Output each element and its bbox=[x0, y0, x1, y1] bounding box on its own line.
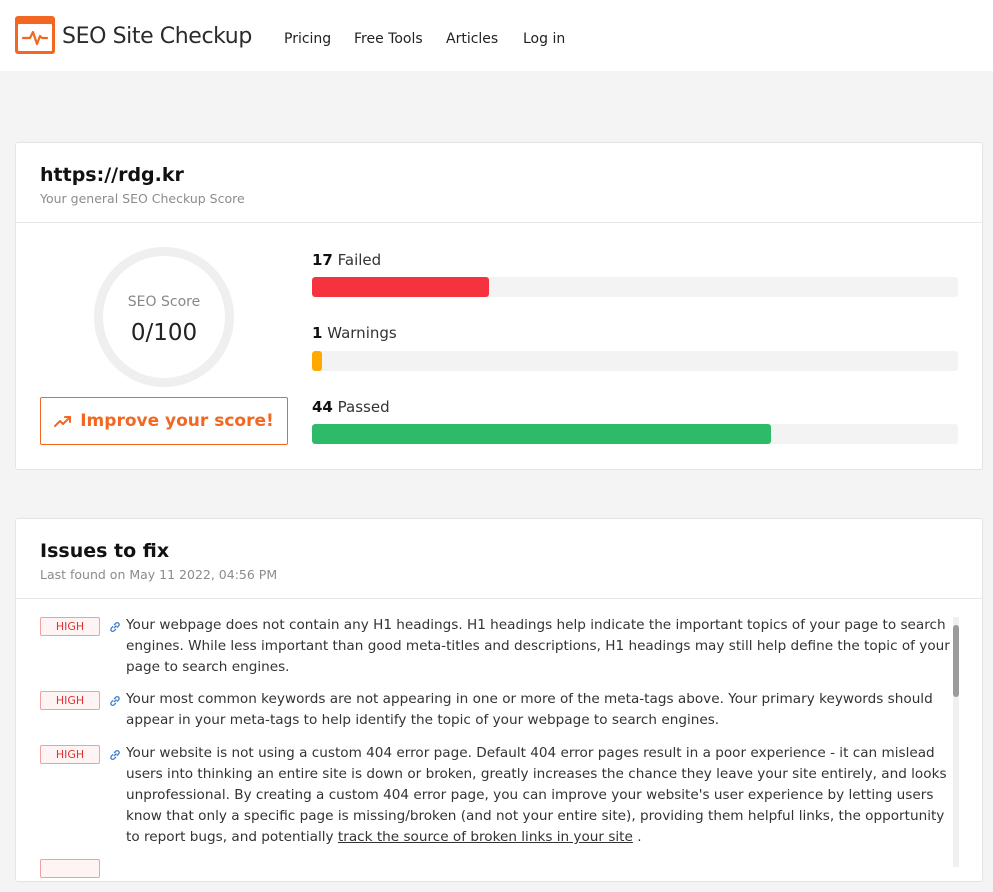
seo-score-label: SEO Score bbox=[127, 294, 201, 310]
failed-stat-label: 17 Failed bbox=[312, 251, 381, 269]
improve-score-label: Improve your score! bbox=[80, 411, 274, 431]
issue-text-after: . bbox=[632, 829, 642, 845]
issues-card-header: Issues to fix Last found on May 11 2022,… bbox=[16, 519, 982, 599]
score-subtitle: Your general SEO Checkup Score bbox=[40, 191, 245, 206]
issues-scrollbar[interactable] bbox=[953, 617, 959, 867]
nav-articles[interactable]: Articles bbox=[446, 31, 498, 47]
nav-log-in[interactable]: Log in bbox=[523, 31, 565, 47]
warnings-count: 1 bbox=[312, 324, 323, 342]
link-icon[interactable] bbox=[108, 620, 122, 634]
warnings-progress-bar bbox=[312, 351, 958, 371]
site-url: https://rdg.kr bbox=[40, 164, 184, 186]
issue-description: Your webpage does not contain any H1 hea… bbox=[126, 617, 950, 675]
issue-description: Your most common keywords are not appear… bbox=[126, 691, 933, 728]
top-navigation-bar: SEO Site Checkup Pricing Free Tools Arti… bbox=[0, 0, 993, 71]
brand-name[interactable]: SEO Site Checkup bbox=[62, 24, 252, 49]
severity-badge bbox=[40, 859, 100, 878]
logo-pulse-icon bbox=[18, 24, 52, 51]
trending-up-icon bbox=[54, 416, 72, 427]
passed-progress-bar bbox=[312, 424, 958, 444]
issues-card: Issues to fix Last found on May 11 2022,… bbox=[15, 518, 983, 882]
score-card-header: https://rdg.kr Your general SEO Checkup … bbox=[16, 143, 982, 223]
issues-list[interactable]: HIGH Your webpage does not contain any H… bbox=[16, 600, 956, 881]
issues-title: Issues to fix bbox=[40, 540, 170, 562]
passed-stat-label: 44 Passed bbox=[312, 398, 390, 416]
nav-pricing[interactable]: Pricing bbox=[284, 31, 331, 47]
failed-progress-bar bbox=[312, 277, 958, 297]
severity-badge: HIGH bbox=[40, 617, 100, 636]
warnings-progress-fill bbox=[312, 351, 323, 371]
issues-last-found: Last found on May 11 2022, 04:56 PM bbox=[40, 567, 278, 582]
passed-count: 44 bbox=[312, 398, 333, 416]
link-icon[interactable] bbox=[108, 694, 122, 708]
passed-label: Passed bbox=[337, 398, 390, 416]
failed-progress-fill bbox=[312, 277, 489, 297]
passed-progress-fill bbox=[312, 424, 771, 444]
failed-count: 17 bbox=[312, 251, 333, 269]
issue-description: Your website is not using a custom 404 e… bbox=[126, 743, 950, 848]
seo-score-ring: SEO Score 0/100 bbox=[94, 247, 234, 387]
seo-score-value: 0/100 bbox=[130, 320, 198, 346]
improve-score-button[interactable]: Improve your score! bbox=[40, 397, 288, 445]
nav-free-tools[interactable]: Free Tools bbox=[354, 31, 423, 47]
logo-icon[interactable] bbox=[15, 16, 55, 54]
link-icon[interactable] bbox=[108, 748, 122, 762]
failed-label: Failed bbox=[337, 251, 382, 269]
seo-score-card: https://rdg.kr Your general SEO Checkup … bbox=[15, 142, 983, 470]
severity-badge: HIGH bbox=[40, 745, 100, 764]
logo-window-bar bbox=[18, 19, 52, 33]
issues-scrollbar-thumb[interactable] bbox=[953, 625, 959, 697]
broken-links-link[interactable]: track the source of broken links in your… bbox=[338, 829, 633, 845]
warnings-label: Warnings bbox=[327, 324, 397, 342]
severity-badge: HIGH bbox=[40, 691, 100, 710]
warnings-stat-label: 1 Warnings bbox=[312, 324, 397, 342]
